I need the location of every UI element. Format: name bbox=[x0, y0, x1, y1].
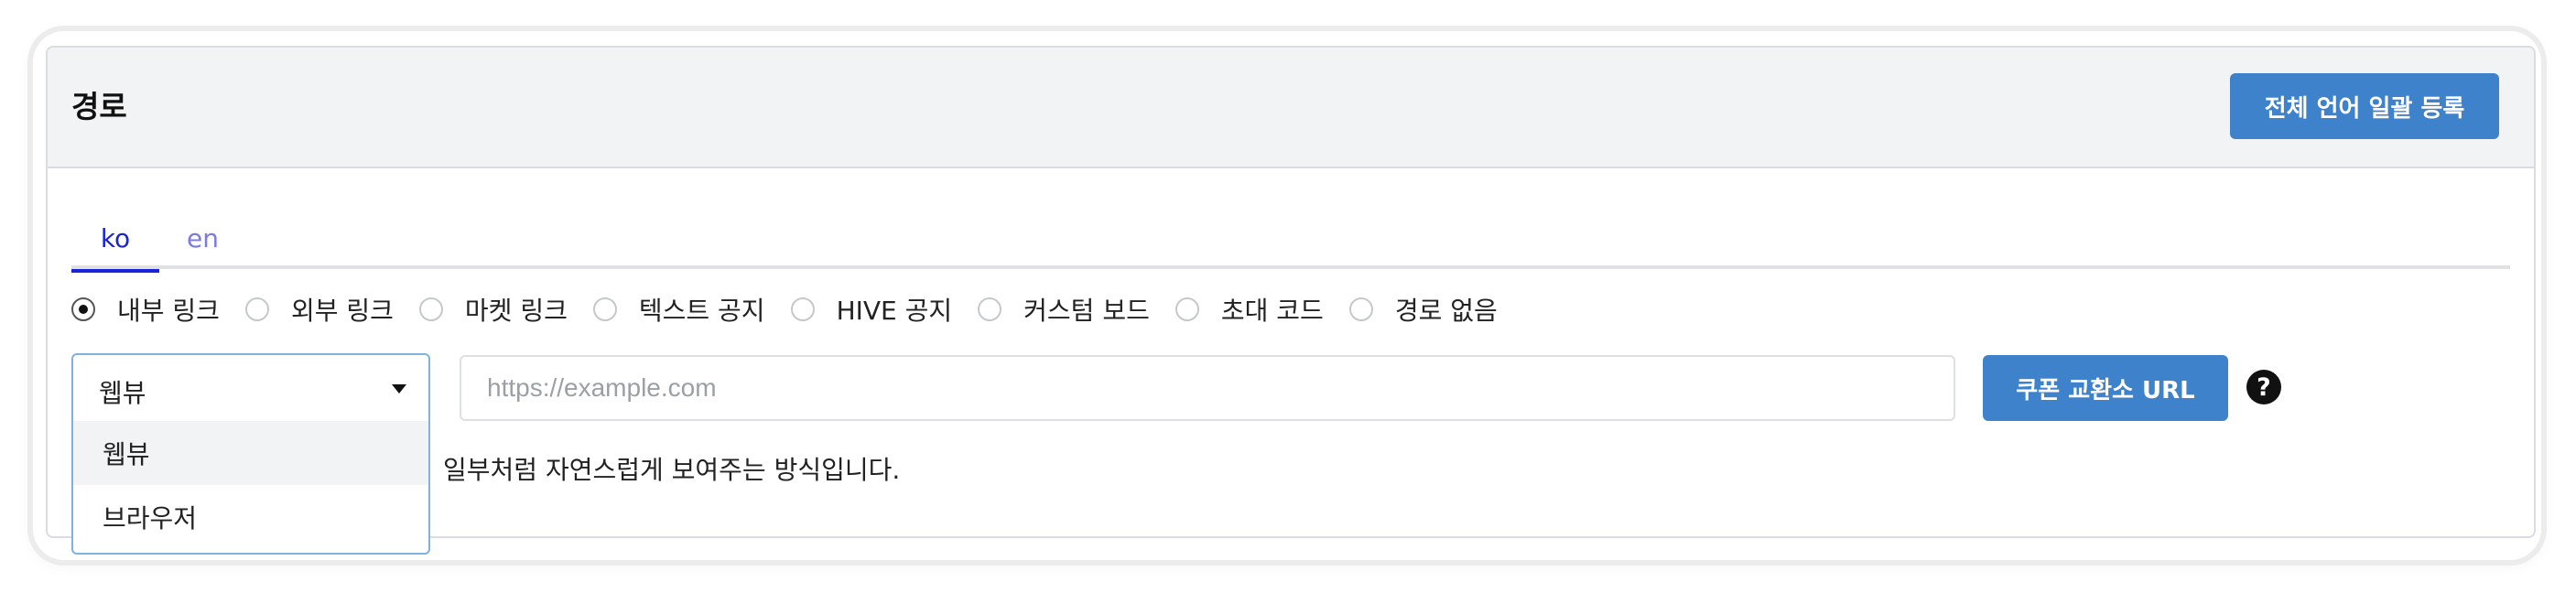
route-panel: 경로 전체 언어 일괄 등록 ko en 내부 링크 외부 링크 마켓 링크 텍… bbox=[46, 46, 2536, 555]
radio-label: 외부 링크 bbox=[290, 296, 394, 326]
radio-label: 마켓 링크 bbox=[464, 296, 568, 326]
radio-button[interactable] bbox=[1174, 297, 1199, 321]
radio-custom-board[interactable]: 커스텀 보드 bbox=[978, 291, 1150, 328]
radio-button-checked[interactable] bbox=[71, 297, 95, 321]
radio-external-link[interactable]: 외부 링크 bbox=[244, 291, 394, 328]
open-mode-select[interactable]: 웹뷰 bbox=[71, 353, 430, 423]
radio-label: 초대 코드 bbox=[1220, 296, 1324, 326]
radio-hive-notice[interactable]: HIVE 공지 bbox=[790, 291, 953, 328]
radio-label: HIVE 공지 bbox=[836, 296, 953, 326]
radio-label: 텍스트 공지 bbox=[638, 296, 765, 326]
help-text: 일부처럼 자연스럽게 보여주는 방식입니다. bbox=[443, 455, 901, 485]
radio-button[interactable] bbox=[244, 297, 269, 321]
radio-label: 경로 없음 bbox=[1394, 296, 1498, 326]
panel-header: 경로 전체 언어 일괄 등록 bbox=[48, 48, 2534, 168]
radio-button[interactable] bbox=[790, 297, 815, 321]
radio-button[interactable] bbox=[592, 297, 617, 321]
select-value: 웹뷰 bbox=[99, 378, 146, 408]
coupon-exchange-url-button[interactable]: 쿠폰 교환소 URL bbox=[1983, 355, 2228, 421]
radio-no-route[interactable]: 경로 없음 bbox=[1348, 291, 1498, 328]
radio-text-notice[interactable]: 텍스트 공지 bbox=[592, 291, 765, 328]
bulk-register-all-languages-button[interactable]: 전체 언어 일괄 등록 bbox=[2230, 73, 2499, 139]
radio-internal-link[interactable]: 내부 링크 bbox=[71, 291, 220, 328]
radio-label: 커스텀 보드 bbox=[1023, 296, 1150, 326]
radio-market-link[interactable]: 마켓 링크 bbox=[418, 291, 568, 328]
radio-button[interactable] bbox=[978, 297, 1002, 321]
open-mode-dropdown: 웹뷰 브라우저 bbox=[71, 421, 430, 555]
panel-title: 경로 bbox=[71, 89, 127, 124]
language-tabs: ko en bbox=[71, 209, 2510, 273]
radio-label: 내부 링크 bbox=[117, 296, 220, 326]
question-circle-icon[interactable]: ? bbox=[2246, 370, 2281, 404]
tab-en[interactable]: en bbox=[187, 223, 219, 253]
url-input[interactable] bbox=[460, 355, 1955, 421]
tab-ko[interactable]: ko bbox=[71, 223, 159, 273]
radio-invite-code[interactable]: 초대 코드 bbox=[1174, 291, 1324, 328]
caret-down-icon bbox=[392, 384, 406, 394]
dropdown-option-webview[interactable]: 웹뷰 bbox=[73, 421, 428, 485]
radio-button[interactable] bbox=[1348, 297, 1373, 321]
route-type-radio-group: 내부 링크 외부 링크 마켓 링크 텍스트 공지 HIVE 공지 커스텀 보드 … bbox=[71, 289, 1523, 329]
dropdown-option-browser[interactable]: 브라우저 bbox=[73, 485, 428, 549]
radio-button[interactable] bbox=[418, 297, 443, 321]
